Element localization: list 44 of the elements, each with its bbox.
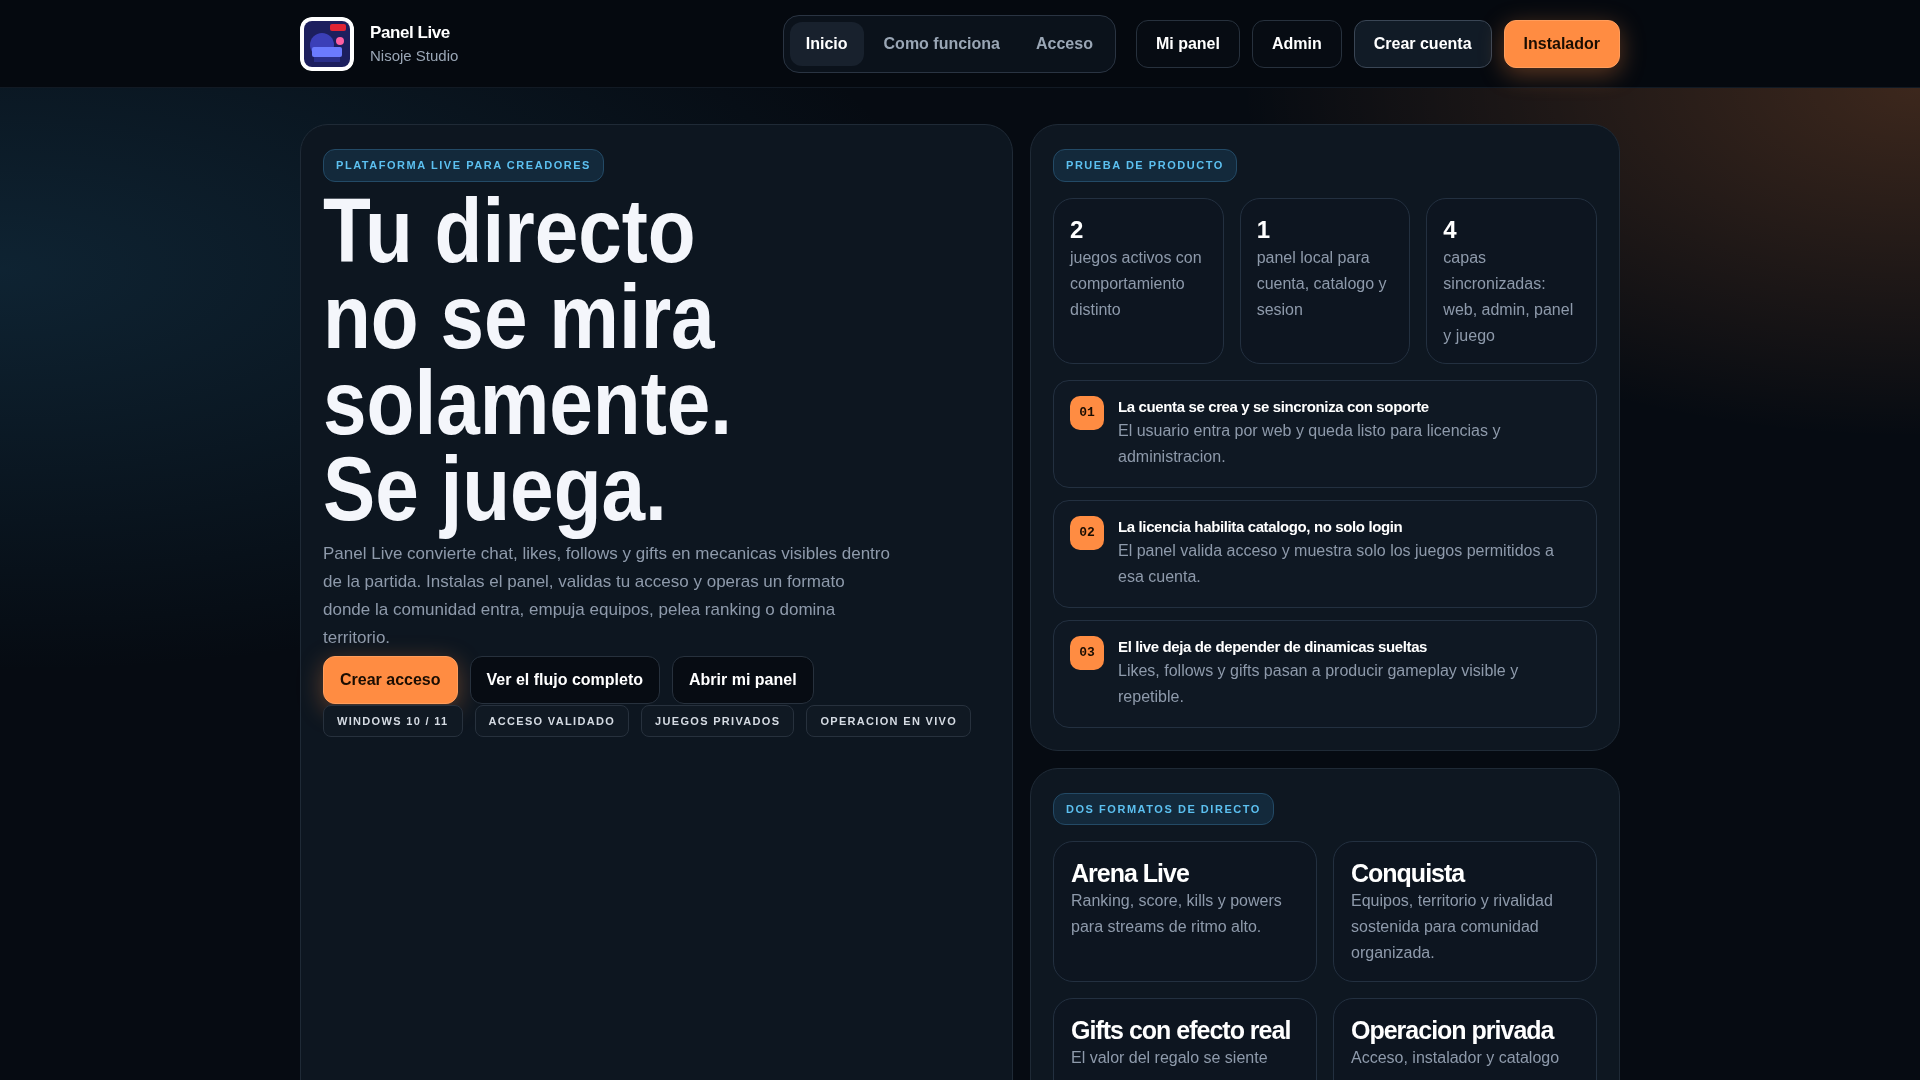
step-text: El panel valida acceso y muestra solo los juegos permitidos a esa cuenta.: [1118, 540, 1555, 587]
step-number: 01: [1070, 395, 1104, 430]
header-button[interactable]: Crear cuenta: [1353, 19, 1492, 68]
format-title: Gifts con efecto real: [1071, 1015, 1291, 1045]
section-badge: PLATAFORMA LIVE PARA CREADORES: [323, 149, 604, 182]
stat-value: 4: [1443, 214, 1457, 245]
format-title: Conquista: [1351, 858, 1465, 888]
stat-value: 2: [1070, 214, 1084, 245]
step-title: La licencia habilita catalogo, no solo login: [1118, 516, 1404, 537]
step-text: Likes, follows y gifts pasan a producir gameplay visible y repetible.: [1118, 660, 1520, 707]
format-text: El valor del regalo se siente: [1071, 1048, 1269, 1068]
section-badge: DOS FORMATOS DE DIRECTO: [1053, 792, 1274, 825]
feature-tag: WINDOWS 10 / 11: [323, 704, 463, 737]
header-button[interactable]: Admin: [1251, 19, 1342, 68]
stat-text: panel local para cuenta, catalogo y sesion: [1256, 247, 1388, 320]
feature-tag: ACCESO VALIDADO: [474, 704, 630, 737]
brand-name: Panel Live: [370, 21, 451, 44]
step-number: 02: [1070, 515, 1104, 550]
format-text: Equipos, territorio y rivalidad sostenida para comunidad organizada.: [1351, 891, 1554, 963]
brand-subtitle: Nisoje Studio: [370, 46, 459, 66]
hero-button[interactable]: Abrir mi panel: [672, 655, 814, 704]
nav-tab[interactable]: Inicio: [789, 21, 864, 66]
section-badge: PRUEBA DE PRODUCTO: [1053, 149, 1237, 182]
header-button[interactable]: Instalador: [1503, 19, 1620, 68]
step-title: La cuenta se crea y se sincroniza con soporte: [1118, 396, 1430, 417]
hero-button[interactable]: Crear acceso: [323, 655, 458, 704]
nav-tab[interactable]: Como funciona: [867, 21, 1016, 66]
hero-paragraph: Panel Live convierte chat, likes, follows y gifts en mecanicas visibles dentro de la partida. Instalas el panel, validas tu acceso y operas un formato donde la comunidad entra, empuja equipos, pelea ranking o domina territorio.: [323, 542, 891, 649]
step-number: 03: [1070, 635, 1104, 670]
app-logo-icon: [300, 16, 354, 71]
stat-value: 1: [1256, 214, 1270, 245]
stat-text: juegos activos con comportamiento distinto: [1070, 247, 1203, 320]
feature-tag: JUEGOS PRIVADOS: [641, 704, 795, 737]
format-text: Acceso, instalador y catalogo: [1351, 1048, 1561, 1068]
nav-tab[interactable]: Acceso: [1020, 21, 1109, 66]
format-text: Ranking, score, kills y powers para streams de ritmo alto.: [1071, 891, 1283, 937]
feature-tag: OPERACION EN VIVO: [806, 704, 972, 737]
step-title: El live deja de depender de dinamicas sueltas: [1118, 636, 1429, 657]
stat-text: capas sincronizadas: web, admin, panel y juego: [1443, 247, 1575, 346]
format-title: Operacion privada: [1351, 1015, 1554, 1045]
format-title: Arena Live: [1071, 858, 1189, 888]
hero-button[interactable]: Ver el flujo completo: [469, 655, 660, 704]
step-text: El usuario entra por web y queda listo para licencias y administracion.: [1118, 420, 1502, 467]
header-button[interactable]: Mi panel: [1135, 19, 1240, 68]
